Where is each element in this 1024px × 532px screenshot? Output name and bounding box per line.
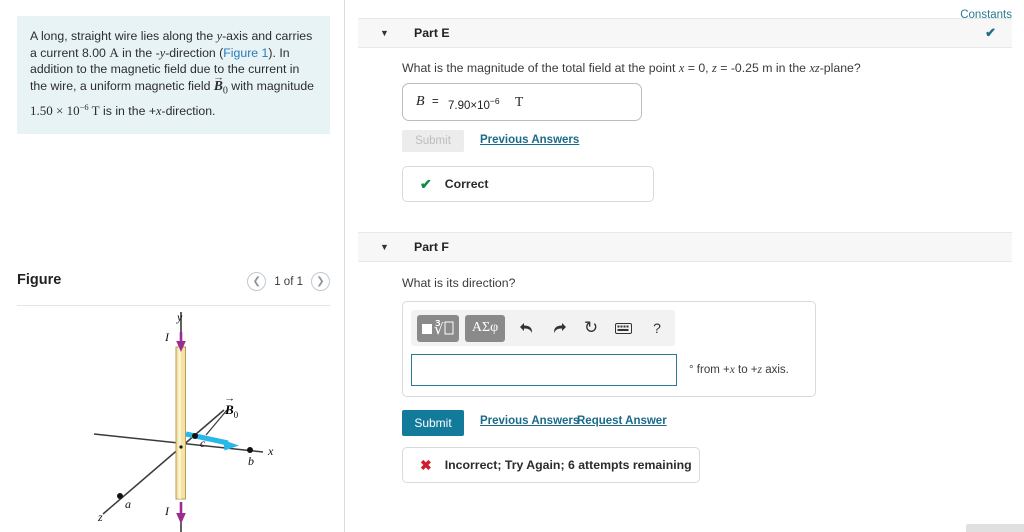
part-e-feedback-text: Correct — [444, 177, 489, 191]
figure-counter: 1 of 1 — [274, 275, 303, 288]
keyboard-icon[interactable] — [609, 315, 637, 342]
figure-diagram[interactable]: y x z I I a b c B0 — [10, 306, 340, 532]
chevron-down-icon[interactable]: ▼ — [380, 28, 389, 38]
problem-statement: A long, straight wire lies along the y-a… — [17, 16, 330, 135]
part-e-answer-box[interactable]: B = 7.90×10−6 T — [402, 83, 642, 121]
math-template-icon[interactable]: ∛ — [417, 314, 459, 342]
part-f-label: Part F — [414, 240, 449, 254]
part-e-answer-exponent: −6 — [489, 96, 500, 106]
part-e-question-d: -plane? — [819, 61, 861, 75]
reset-icon[interactable]: ↻ — [577, 315, 605, 342]
figure-label-point-b: b — [248, 454, 254, 468]
part-f-feedback: ✖ Incorrect; Try Again; 6 attempts remai… — [402, 447, 700, 483]
greek-symbols-icon[interactable]: ΑΣφ — [465, 314, 505, 342]
problem-field-symbol: B — [214, 78, 223, 93]
problem-magnitude-exponent: −6 — [79, 102, 89, 113]
part-f-submit-button[interactable]: Submit — [402, 410, 464, 436]
figure-label-current-bottom: I — [165, 504, 169, 518]
svg-text:∛: ∛ — [434, 320, 444, 338]
part-f-answer-input[interactable] — [411, 354, 677, 386]
part-f-request-answer-link[interactable]: Request Answer — [577, 415, 667, 427]
part-f-units-deg: ° from + — [689, 364, 730, 376]
figure-field-subscript: 0 — [233, 410, 239, 421]
part-e-question-xz: xz — [809, 61, 820, 75]
part-e-label: Part E — [414, 26, 450, 40]
part-f-question: What is its direction? — [402, 276, 516, 290]
part-f-header[interactable]: ▼ Part F — [358, 232, 1012, 262]
check-icon: ✔ — [985, 25, 996, 40]
bottom-partial-element[interactable] — [966, 524, 1024, 532]
part-e-header[interactable]: ▼ Part E ✔ — [358, 18, 1012, 48]
part-e-question-a: What is the magnitude of the total field… — [402, 61, 679, 75]
figure-title: Figure — [17, 272, 62, 288]
figure-field-symbol: B — [225, 402, 234, 417]
figure-label-x: x — [268, 444, 274, 458]
part-e-submit-button: Submit — [402, 130, 464, 152]
part-f-units-label: ° from +x to +z axis. — [689, 364, 789, 376]
part-e-answer-symbol: B — [416, 94, 425, 109]
part-e-answer-equals: = — [432, 96, 439, 108]
problem-magnitude-base: 10 — [63, 103, 80, 119]
part-e-feedback: ✔ Correct — [402, 166, 654, 202]
figure-label-z: z — [98, 510, 103, 524]
figure-navigation: ❮ 1 of 1 ❯ — [247, 272, 330, 291]
redo-icon[interactable] — [545, 315, 573, 342]
problem-text-line2b: in the - — [118, 45, 160, 60]
problem-magnitude-mantissa: 1.50 — [30, 103, 56, 119]
undo-icon[interactable] — [513, 315, 541, 342]
figure-1-link[interactable]: Figure 1 — [223, 46, 268, 60]
math-toolbar: ∛ ΑΣφ ↻ ? — [411, 310, 675, 346]
part-e-question: What is the magnitude of the total field… — [402, 61, 861, 76]
problem-tesla-unit: T — [88, 103, 100, 119]
problem-text-line5e: -direction. — [161, 104, 216, 119]
part-e-answer-value: 7.90×10−6 — [448, 96, 500, 112]
check-icon: ✔ — [420, 175, 432, 192]
help-icon[interactable]: ? — [643, 315, 671, 342]
problem-text-line4a: uniform magnetic field — [90, 78, 214, 93]
part-e-previous-answers-link[interactable]: Previous Answers — [480, 134, 579, 146]
figure-header: Figure ❮ 1 of 1 ❯ — [17, 270, 330, 306]
problem-text-line2a: current 8.00 — [40, 45, 110, 60]
part-e-answer-mantissa: 7.90×10 — [448, 99, 490, 112]
chevron-right-icon[interactable]: ❯ — [311, 272, 330, 291]
problem-text-line1: A long, straight wire lies along the — [30, 29, 217, 43]
part-f-units-end: axis. — [762, 364, 789, 376]
part-f-units-mid: to + — [734, 364, 758, 376]
part-f-feedback-text: Incorrect; Try Again; 6 attempts remaini… — [444, 458, 692, 472]
figure-label-y: y — [177, 310, 183, 324]
part-f-previous-answers-link[interactable]: Previous Answers — [480, 415, 579, 427]
problem-text-line2c: -direction ( — [165, 45, 224, 60]
part-e-answer-unit: T — [515, 94, 524, 109]
problem-text-line4b: with magnitude — [227, 78, 315, 93]
figure-label-point-c: c — [200, 436, 206, 450]
problem-current-unit: A — [109, 44, 119, 60]
part-e-question-b: = 0, — [684, 61, 713, 75]
left-panel: A long, straight wire lies along the y-a… — [0, 0, 345, 532]
problem-text-line5d: is in the + — [99, 104, 157, 119]
chevron-down-icon[interactable]: ▼ — [380, 242, 389, 252]
x-icon: ✖ — [420, 456, 432, 473]
math-template-glyph: ∛ — [422, 320, 454, 338]
figure-label-field-vector: B0 — [225, 401, 238, 420]
right-panel: Constants ▼ Part E ✔ What is the magnitu… — [346, 0, 1024, 532]
part-e-question-c: = -0.25 m in the — [716, 61, 810, 75]
figure-label-current-top: I — [165, 330, 169, 344]
chevron-left-icon[interactable]: ❮ — [247, 272, 267, 291]
figure-label-point-a: a — [125, 497, 131, 511]
part-f-math-panel: ∛ ΑΣφ ↻ ? ° from +x to +z axis. — [402, 301, 816, 397]
figure-svg — [93, 312, 264, 532]
